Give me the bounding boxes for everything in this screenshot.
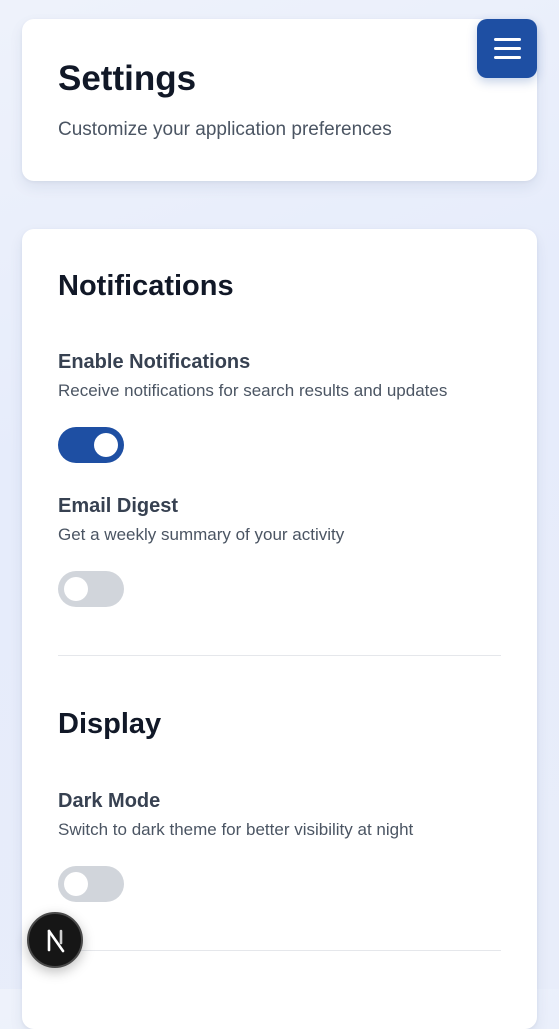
setting-description: Switch to dark theme for better visibili…	[58, 820, 414, 839]
section-title-notifications: Notifications	[58, 270, 234, 302]
nextjs-dev-badge[interactable]	[27, 912, 83, 968]
hamburger-menu-icon	[494, 38, 521, 41]
setting-label: Email Digest	[58, 495, 179, 517]
nextjs-logo-icon	[47, 929, 65, 953]
page-subtitle: Customize your application preferences	[58, 119, 392, 140]
toggle-knob	[64, 577, 88, 601]
section-divider	[58, 950, 501, 951]
hamburger-menu-icon-bar	[494, 56, 521, 59]
setting-label: Dark Mode	[58, 790, 161, 812]
section-title-display: Display	[58, 708, 162, 740]
toggle-knob	[94, 433, 118, 457]
enable-notifications-toggle[interactable]	[58, 427, 124, 463]
settings-header-card: Settings Customize your application pref…	[22, 19, 537, 181]
setting-label: Enable Notifications	[58, 351, 251, 373]
toggle-knob	[64, 872, 88, 896]
menu-button[interactable]	[477, 19, 537, 78]
dark-mode-toggle[interactable]	[58, 866, 124, 902]
settings-card: Notifications Enable Notifications Recei…	[22, 229, 537, 1029]
email-digest-toggle[interactable]	[58, 571, 124, 607]
hamburger-menu-icon-bar	[494, 47, 521, 50]
section-divider	[58, 655, 501, 656]
setting-description: Receive notifications for search results…	[58, 381, 448, 400]
page-title: Settings	[58, 59, 197, 98]
setting-description: Get a weekly summary of your activity	[58, 525, 345, 544]
